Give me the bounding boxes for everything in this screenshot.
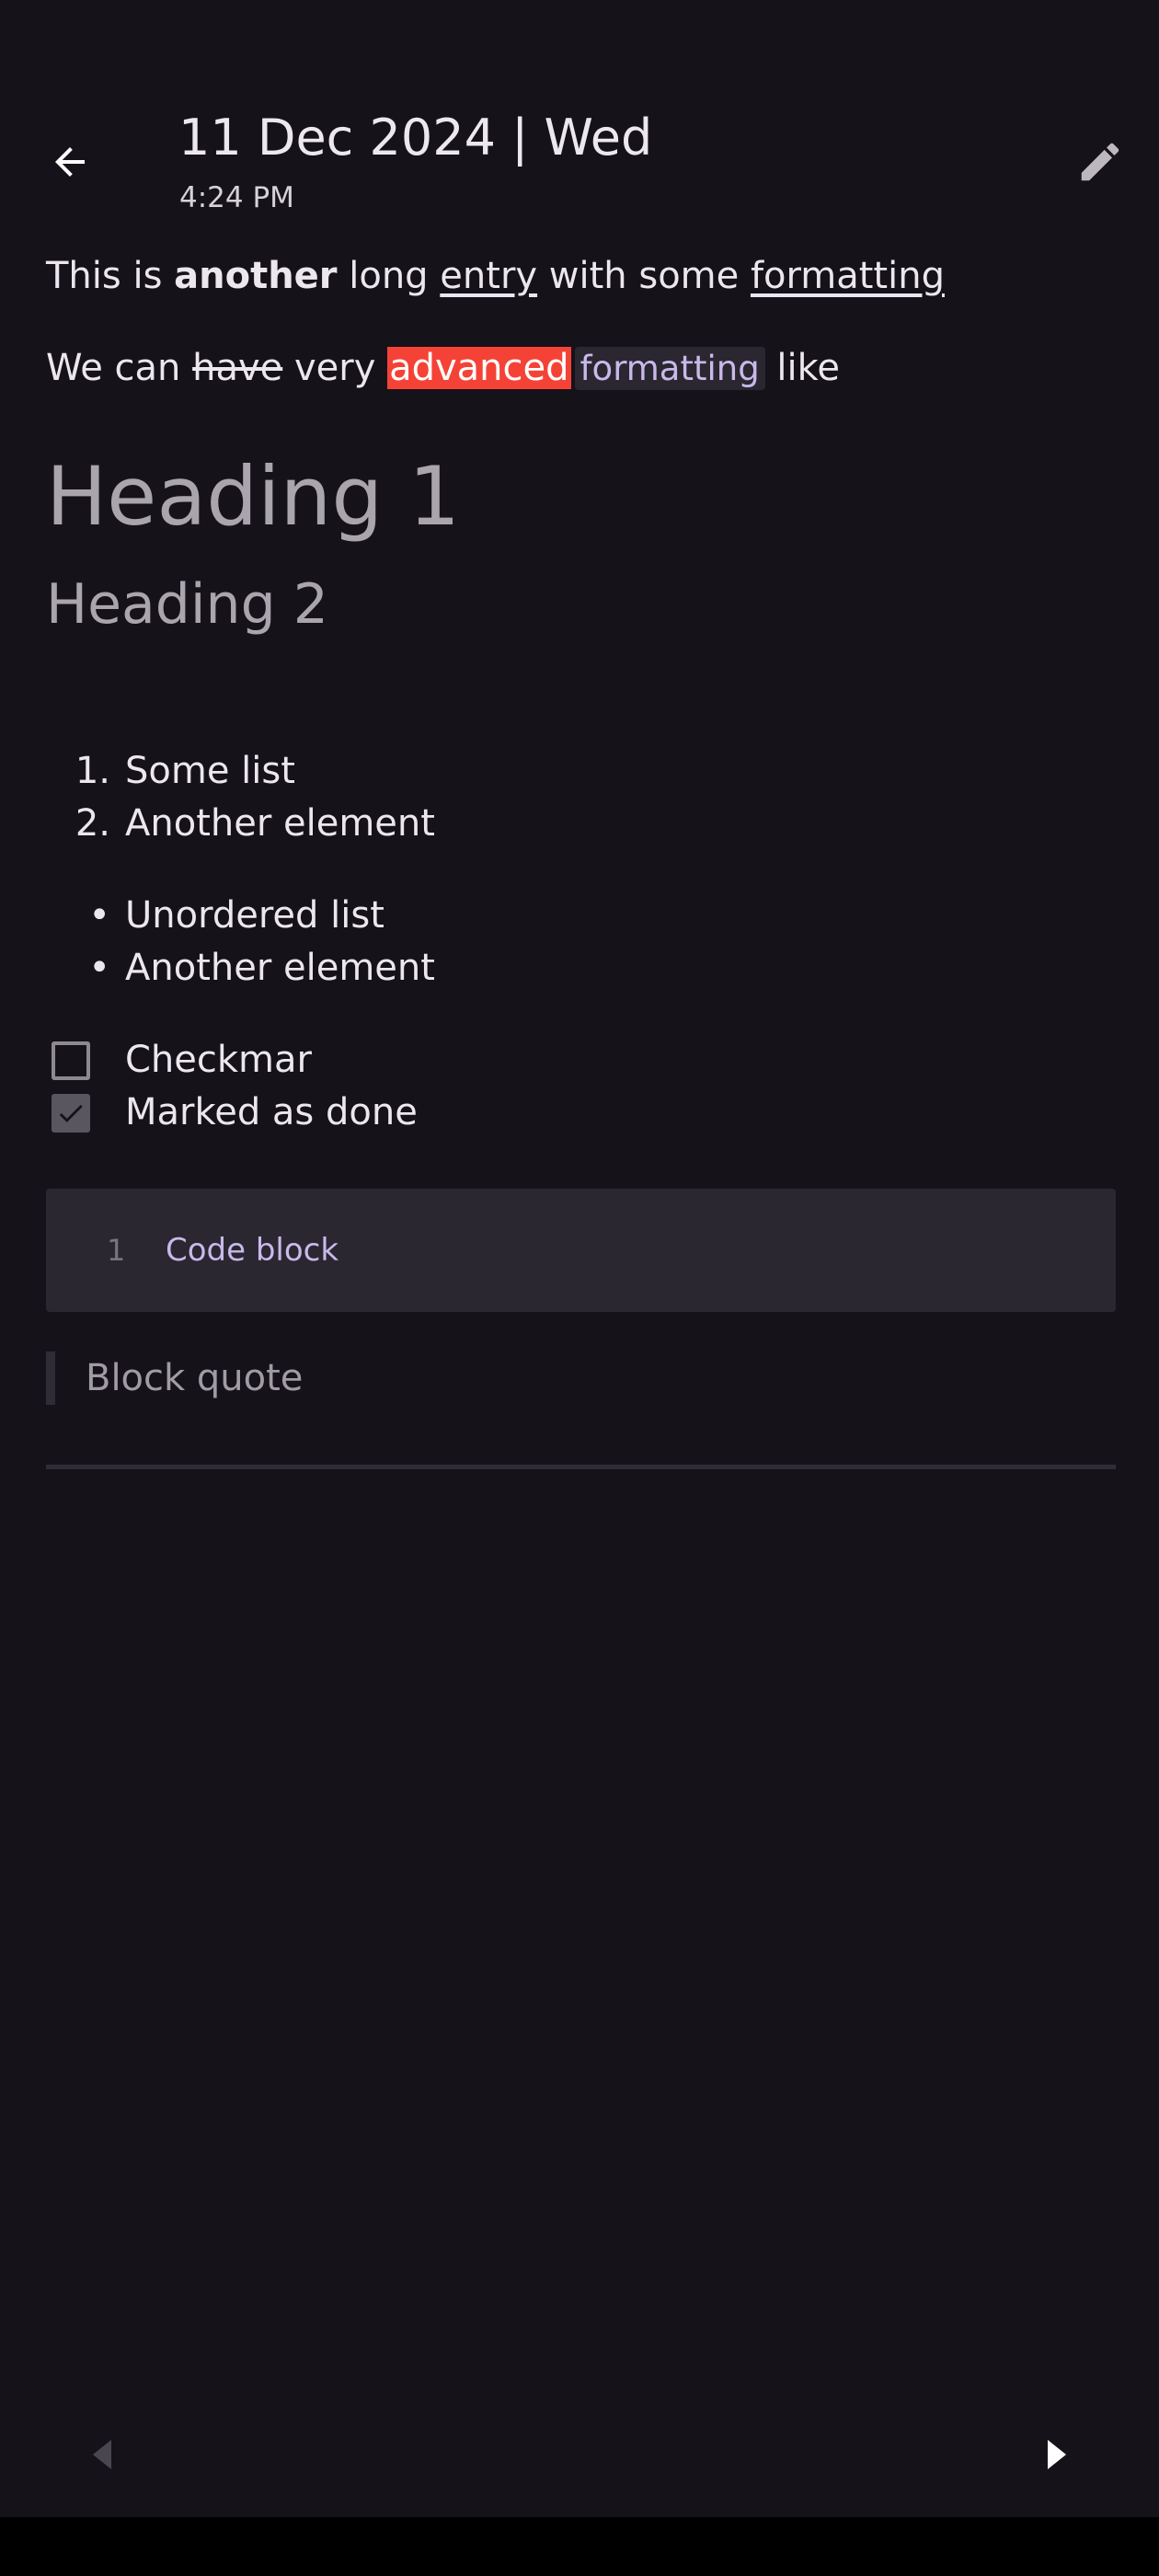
text-run: long [337, 255, 441, 297]
underlined-text: formatting [750, 255, 945, 297]
underlined-text: entry [440, 255, 538, 297]
text-run: like [764, 347, 840, 389]
strikethrough-text: have [192, 347, 283, 389]
text-run: We can [46, 347, 193, 389]
code-line-number: 1 [107, 1233, 126, 1268]
pencil-icon [1081, 143, 1119, 181]
inline-code: formatting [574, 347, 765, 390]
next-entry-button[interactable] [1041, 2436, 1073, 2473]
paragraph-1: This is another long entry with some for… [46, 248, 945, 304]
bullet-marker: • [88, 894, 110, 937]
task-item-text: Marked as done [125, 1091, 418, 1133]
heading-1: Heading 1 [46, 449, 461, 544]
entry-time: 4:24 PM [179, 181, 294, 214]
list-item-text: Some list [125, 750, 295, 792]
list-item-text: Another element [125, 802, 435, 845]
entry-date-title: 11 Dec 2024 | Wed [178, 109, 653, 167]
text-run: very [282, 347, 388, 389]
quote-text: Block quote [86, 1357, 304, 1399]
journal-entry-screen: 11 Dec 2024 | Wed 4:24 PM This is anothe… [0, 0, 1159, 2576]
unchecked-checkbox[interactable] [52, 1041, 90, 1080]
text-run: This is [46, 255, 175, 297]
heading-2: Heading 2 [46, 572, 328, 637]
next-entry-icon [1048, 2440, 1066, 2469]
code-text: Code block [166, 1232, 339, 1269]
checkmark-icon [59, 1104, 83, 1122]
text-run: with some [537, 255, 751, 297]
list-item-text: Unordered list [125, 894, 384, 937]
list-marker: 1. [75, 750, 110, 792]
system-navigation-bar [0, 2517, 1159, 2576]
arrow-back-icon [55, 147, 85, 177]
previous-entry-button[interactable] [86, 2436, 118, 2473]
back-button[interactable] [37, 129, 103, 195]
code-block: 1 Code block [46, 1189, 1116, 1312]
bullet-marker: • [88, 947, 110, 989]
paragraph-2: We can have very advanced formatting like [46, 340, 840, 397]
list-item-text: Another element [125, 947, 435, 989]
bold-text: another [174, 255, 338, 297]
horizontal-rule [46, 1465, 1116, 1469]
checked-checkbox[interactable] [52, 1094, 90, 1133]
highlighted-text: advanced [387, 347, 571, 389]
previous-entry-icon [93, 2440, 111, 2469]
list-marker: 2. [75, 802, 110, 845]
edit-button[interactable] [1067, 129, 1133, 195]
task-item-text: Checkmar [125, 1039, 312, 1081]
quote-bar [46, 1351, 55, 1405]
